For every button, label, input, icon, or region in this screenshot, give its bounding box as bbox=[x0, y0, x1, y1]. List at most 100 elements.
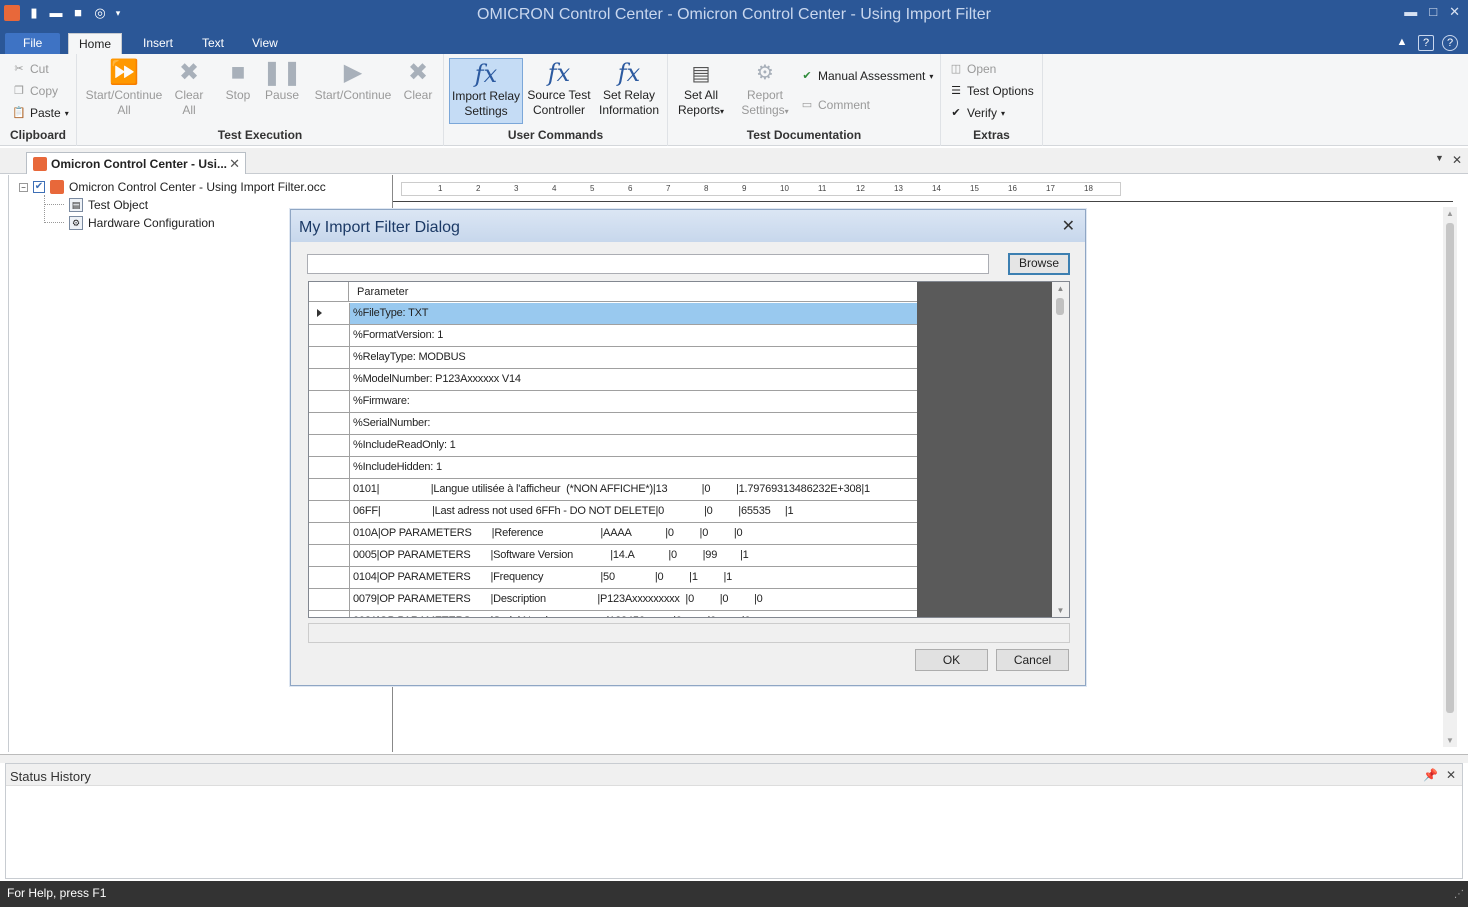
parameter-cell[interactable]: %RelayType: MODBUS bbox=[353, 351, 913, 363]
open-button[interactable]: ◫ Open bbox=[949, 60, 997, 78]
parameter-cell[interactable]: %ModelNumber: P123Axxxxxx V14 bbox=[353, 373, 913, 385]
dialog-close-icon[interactable]: ✕ bbox=[1062, 216, 1075, 236]
clear-all-button[interactable]: ✖ Clear All bbox=[167, 58, 211, 124]
document-scrollbar[interactable]: ▲ ▼ bbox=[1443, 207, 1457, 747]
parameter-cell[interactable]: 010A|OP PARAMETERS |Reference |AAAA |0 |… bbox=[353, 527, 913, 539]
grid-row[interactable]: 0005|OP PARAMETERS |Software Version |14… bbox=[309, 545, 917, 567]
tab-insert[interactable]: Insert bbox=[133, 33, 183, 54]
grid-scrollbar[interactable]: ▲ ▼ bbox=[1052, 282, 1069, 617]
parameter-cell[interactable]: %IncludeHidden: 1 bbox=[353, 461, 913, 473]
import-relay-settings-button[interactable]: fx Import Relay Settings bbox=[449, 58, 523, 124]
tab-home[interactable]: Home bbox=[68, 33, 123, 54]
row-header[interactable] bbox=[309, 523, 350, 545]
column-header-parameter[interactable]: Parameter bbox=[357, 286, 408, 298]
close-document-icon[interactable]: ✕ bbox=[1452, 153, 1462, 167]
grid-row[interactable]: 0081|OP PARAMETERS |Serial Number |12345… bbox=[309, 611, 917, 617]
grid-row[interactable]: %ModelNumber: P123Axxxxxx V14 bbox=[309, 369, 917, 391]
set-relay-information-button[interactable]: fx Set Relay Information bbox=[594, 58, 664, 124]
row-header[interactable] bbox=[309, 567, 350, 589]
grid-row[interactable]: 06FF| |Last adress not used 6FFh - DO NO… bbox=[309, 501, 917, 523]
grid-row[interactable]: %IncludeHidden: 1 bbox=[309, 457, 917, 479]
start-continue-all-button[interactable]: ⏩ Start/Continue All bbox=[83, 58, 165, 124]
row-header[interactable] bbox=[309, 589, 350, 611]
row-header[interactable] bbox=[309, 369, 350, 391]
parameter-cell[interactable]: 0081|OP PARAMETERS |Serial Number |12345… bbox=[353, 615, 913, 617]
row-header[interactable] bbox=[309, 391, 350, 413]
test-options-button[interactable]: ☰ Test Options bbox=[949, 82, 1034, 100]
scroll-up-icon[interactable]: ▲ bbox=[1052, 284, 1069, 293]
minimize-icon[interactable]: ▬ bbox=[1404, 4, 1417, 20]
grid-row[interactable]: %FormatVersion: 1 bbox=[309, 325, 917, 347]
grid-row[interactable]: 0101| |Langue utilisée à l'afficheur (*N… bbox=[309, 479, 917, 501]
row-header[interactable] bbox=[309, 303, 350, 325]
parameter-cell[interactable]: 0104|OP PARAMETERS |Frequency |50 |0 |1 … bbox=[353, 571, 913, 583]
grid-row[interactable]: %RelayType: MODBUS bbox=[309, 347, 917, 369]
row-header[interactable] bbox=[309, 347, 350, 369]
cancel-button[interactable]: Cancel bbox=[996, 649, 1069, 671]
start-continue-button[interactable]: ▶ Start/Continue bbox=[311, 58, 395, 124]
set-all-reports-button[interactable]: ▤ Set All Reports▾ bbox=[670, 58, 732, 124]
tree-item-test-object[interactable]: ▤ Test Object bbox=[69, 196, 148, 214]
checkbox-icon[interactable]: ✔ bbox=[33, 181, 45, 193]
row-header[interactable] bbox=[309, 611, 350, 617]
close-icon[interactable]: ✕ bbox=[1449, 4, 1460, 20]
grid-row[interactable]: 010A|OP PARAMETERS |Reference |AAAA |0 |… bbox=[309, 523, 917, 545]
close-icon[interactable]: ✕ bbox=[1446, 768, 1456, 782]
source-test-controller-button[interactable]: fx Source Test Controller bbox=[524, 58, 594, 124]
parameter-cell[interactable]: 0079|OP PARAMETERS |Description |P123Axx… bbox=[353, 593, 913, 605]
tree-root[interactable]: − ✔ Omicron Control Center - Using Impor… bbox=[19, 178, 326, 196]
parameter-cell[interactable]: %FileType: TXT bbox=[353, 307, 913, 319]
grid-row[interactable]: %SerialNumber: bbox=[309, 413, 917, 435]
row-header[interactable] bbox=[309, 413, 350, 435]
pane-separator[interactable] bbox=[0, 754, 1468, 763]
maximize-icon[interactable]: □ bbox=[1429, 4, 1437, 20]
grid-row[interactable]: 0079|OP PARAMETERS |Description |P123Axx… bbox=[309, 589, 917, 611]
close-tab-icon[interactable]: ✕ bbox=[229, 156, 240, 172]
parameter-grid[interactable]: Parameter %FileType: TXT %FormatVersion: … bbox=[308, 281, 1070, 618]
tab-file[interactable]: File bbox=[5, 33, 61, 54]
parameter-cell[interactable]: %SerialNumber: bbox=[353, 417, 913, 429]
scroll-up-icon[interactable]: ▲ bbox=[1443, 209, 1457, 218]
row-header[interactable] bbox=[309, 501, 350, 523]
pin-icon[interactable]: 📌 bbox=[1423, 768, 1438, 782]
grid-row[interactable]: %IncludeReadOnly: 1 bbox=[309, 435, 917, 457]
tab-list-icon[interactable]: ▼ bbox=[1435, 153, 1444, 167]
scroll-down-icon[interactable]: ▼ bbox=[1443, 736, 1457, 745]
row-header[interactable] bbox=[309, 457, 350, 479]
tab-text[interactable]: Text bbox=[192, 33, 234, 54]
file-path-input[interactable] bbox=[307, 254, 989, 274]
ok-button[interactable]: OK bbox=[915, 649, 988, 671]
tree-item-hardware-configuration[interactable]: ⚙ Hardware Configuration bbox=[69, 214, 215, 232]
row-header[interactable] bbox=[309, 435, 350, 457]
document-tab[interactable]: Omicron Control Center - Usi... ✕ bbox=[26, 152, 246, 174]
parameter-cell[interactable]: 0005|OP PARAMETERS |Software Version |14… bbox=[353, 549, 913, 561]
parameter-cell[interactable]: %Firmware: bbox=[353, 395, 913, 407]
copy-button[interactable]: ❐ Copy bbox=[12, 82, 58, 100]
resize-grip-icon[interactable]: ⋰ bbox=[1454, 889, 1464, 900]
parameter-cell[interactable]: 0101| |Langue utilisée à l'afficheur (*N… bbox=[353, 483, 913, 495]
cut-button[interactable]: ✂ Cut bbox=[12, 60, 48, 78]
grid-scroll-thumb[interactable] bbox=[1056, 298, 1064, 315]
browse-button[interactable]: Browse bbox=[1008, 253, 1070, 275]
collapse-ribbon-icon[interactable]: ▲ bbox=[1394, 35, 1410, 51]
scroll-down-icon[interactable]: ▼ bbox=[1052, 606, 1069, 615]
stop-button[interactable]: ■ Stop bbox=[217, 58, 259, 124]
pause-button[interactable]: ❚❚ Pause bbox=[261, 58, 303, 124]
row-header[interactable] bbox=[309, 325, 350, 347]
grid-row[interactable]: %Firmware: bbox=[309, 391, 917, 413]
manual-assessment-button[interactable]: ✔ Manual Assessment ▾ bbox=[800, 67, 933, 85]
grid-row[interactable]: 0104|OP PARAMETERS |Frequency |50 |0 |1 … bbox=[309, 567, 917, 589]
parameter-cell[interactable]: %FormatVersion: 1 bbox=[353, 329, 913, 341]
parameter-cell[interactable]: 06FF| |Last adress not used 6FFh - DO NO… bbox=[353, 505, 913, 517]
about-icon[interactable]: ? bbox=[1418, 35, 1434, 51]
clear-button[interactable]: ✖ Clear bbox=[397, 58, 439, 124]
grid-row[interactable]: %FileType: TXT bbox=[309, 303, 917, 325]
parameter-cell[interactable]: %IncludeReadOnly: 1 bbox=[353, 439, 913, 451]
report-settings-button[interactable]: ⚙ Report Settings▾ bbox=[734, 58, 796, 124]
collapse-icon[interactable]: − bbox=[19, 182, 28, 192]
row-header[interactable] bbox=[309, 545, 350, 567]
row-header[interactable] bbox=[309, 479, 350, 501]
scroll-thumb[interactable] bbox=[1446, 223, 1454, 713]
paste-button[interactable]: 📋 Paste ▾ bbox=[12, 104, 69, 122]
tab-view[interactable]: View bbox=[242, 33, 288, 54]
